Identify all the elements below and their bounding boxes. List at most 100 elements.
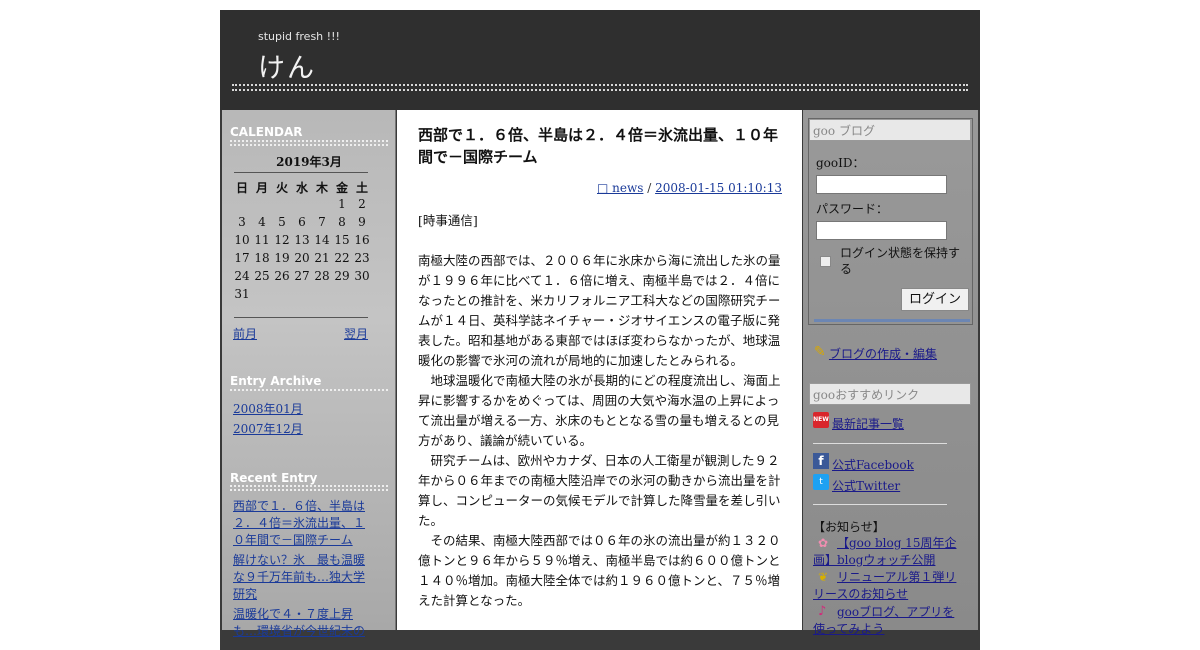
notice-heading: 【お知らせ】 [813,520,885,534]
archive-heading-rule [230,389,388,391]
calendar-day: 15 [334,233,350,247]
calendar-weekday: 月 [255,181,268,195]
calendar-day: 21 [314,251,330,265]
goo-blog-header: goo ブログ [809,119,971,141]
post-title: 西部で１．６倍、半島は２．４倍＝氷流出量、１０年間で－国際チーム [418,126,779,166]
calendar-heading-rule-2 [230,144,388,146]
calendar-day: 24 [234,269,250,283]
login-divider [814,319,970,322]
latest-articles-link[interactable]: 最新記事一覧 [832,416,904,433]
post-paragraph: その結果、南極大陸西部では０６年の氷の流出量が約１３２０億トンと９６年から５９％… [418,533,781,608]
calendar-prev-month[interactable]: 前月 [233,325,257,342]
calendar-day: 26 [274,269,290,283]
calendar-empty-cell [292,197,312,215]
calendar-day: 6 [298,215,306,229]
calendar-day: 4 [258,215,266,229]
calendar-weekday: 土 [355,181,368,195]
calendar-day: 1 [338,197,346,211]
calendar-weekday: 木 [315,181,328,195]
facebook-icon: f [813,453,829,469]
calendar-day: 12 [274,233,290,247]
calendar-day: 9 [358,215,366,229]
calendar-weekday: 火 [275,181,288,195]
facebook-link[interactable]: 公式Facebook [832,457,914,474]
new-badge-icon: NEW [813,412,829,428]
calendar-day: 28 [314,269,330,283]
calendar-grid: 日月火水木金土 1 2 3 4 5 6 7 8 9 10 11 12 13 14 15 16 17 18 19 20 21… [232,179,372,305]
login-button[interactable]: ログイン [901,288,969,311]
gooid-input[interactable] [816,175,947,194]
recommend-divider [813,443,947,444]
post-meta-separator: / [643,181,656,195]
calendar-day: 2 [358,197,366,211]
header-divider-2 [232,89,968,91]
calendar-day: 23 [354,251,370,265]
post-body: [時事通信] 南極大陸の西部では、２００６年に氷床から海に流出した氷の量が１９９… [418,211,784,611]
calendar-top-line [234,172,368,173]
keep-login-checkbox[interactable] [820,256,831,267]
calendar-day: 31 [234,287,250,301]
blog-tagline: stupid fresh !!! [258,30,340,43]
post-paragraph: 南極大陸の西部では、２００６年に氷床から海に流出した氷の量が１９９６年に比べて１… [418,253,781,368]
calendar-day: 14 [314,233,330,247]
main-content: 西部で１．６倍、半島は２．４倍＝氷流出量、１０年間で－国際チーム □ news … [397,110,802,630]
calendar-day: 19 [274,251,290,265]
notice-link[interactable]: リニューアル第１弾リリースのお知らせ [813,569,963,603]
recent-entry-item[interactable]: 温暖化で４・７度上昇も…環境省が今世紀末の [233,606,371,640]
post-meta: □ news / 2008-01-15 01:10:13 [597,181,782,195]
calendar-empty-cell [232,197,252,215]
calendar-weekday: 水 [295,181,308,195]
calendar-day: 10 [234,233,250,247]
calendar-day: 16 [354,233,370,247]
pencil-icon: ✎ [814,344,826,360]
calendar-bottom-line [234,317,368,318]
calendar-day: 3 [238,215,246,229]
password-input[interactable] [816,221,947,240]
calendar-day: 17 [234,251,250,265]
goo-recommend-header: gooおすすめリンク [809,383,971,405]
calendar-day: 29 [334,269,350,283]
post-paragraph: 研究チームは、欧州やカナダ、日本の人工衛星が観測した９２年から０６年までの南極大… [418,453,781,528]
calendar-day: 25 [254,269,270,283]
recent-heading-rule-2 [230,489,388,491]
calendar-empty-cell [252,197,272,215]
notice-link[interactable]: gooブログ、アプリを使ってみよう [813,604,963,638]
calendar-day: 30 [354,269,370,283]
twitter-link[interactable]: 公式Twitter [832,478,900,495]
calendar-empty-cell [312,197,332,215]
calendar-day: 18 [254,251,270,265]
calendar-empty-cell [272,197,292,215]
recent-entry-item[interactable]: 解けない？氷 最も温暖な９千万年前も…独大学研究 [233,552,371,603]
blog-header: stupid fresh !!! けん [220,10,980,110]
gooid-label: gooID： [816,156,865,170]
notice-link[interactable]: 【goo blog 15周年企画】blogウォッチ公開 [813,535,963,569]
post-source: [時事通信] [418,213,478,228]
calendar-day: 8 [338,215,346,229]
archive-item[interactable]: 2008年01月 [233,401,303,418]
keep-login-label: ログイン状態を保持する [840,246,961,276]
calendar-day: 11 [254,233,270,247]
recent-heading-rule [230,485,388,487]
twitter-icon: t [813,474,829,490]
calendar-heading: CALENDAR [230,125,303,139]
recent-heading: Recent Entry [230,471,318,485]
calendar-month: 2019年3月 [276,155,342,169]
recent-entry-item[interactable]: 西部で１．６倍、半島は２．４倍＝氷流出量、１０年間で－国際チーム [233,498,371,549]
password-label: パスワード： [816,202,889,216]
right-sidebar: goo ブログ gooID： パスワード： ログイン状態を保持する ログイン ✎… [803,110,978,636]
post-datetime-link[interactable]: 2008-01-15 01:10:13 [655,181,782,195]
calendar-day: 13 [294,233,310,247]
blog-title[interactable]: けん [258,46,316,85]
create-blog-link[interactable]: ブログの作成・編集 [829,346,937,363]
social-divider [813,504,947,505]
calendar-day: 27 [294,269,310,283]
archive-item[interactable]: 2007年12月 [233,421,303,438]
left-sidebar: CALENDAR 2019年3月 日月火水木金土 1 2 3 4 5 6 7 8 9 10 11 12 1… [222,110,396,638]
post-category-link[interactable]: □ news [597,181,643,195]
calendar-weekday: 日 [235,181,248,195]
calendar-day: 7 [318,215,326,229]
calendar-day: 20 [294,251,310,265]
archive-heading: Entry Archive [230,374,322,388]
calendar-weekday: 金 [335,181,348,195]
calendar-next-month[interactable]: 翌月 [344,325,368,342]
